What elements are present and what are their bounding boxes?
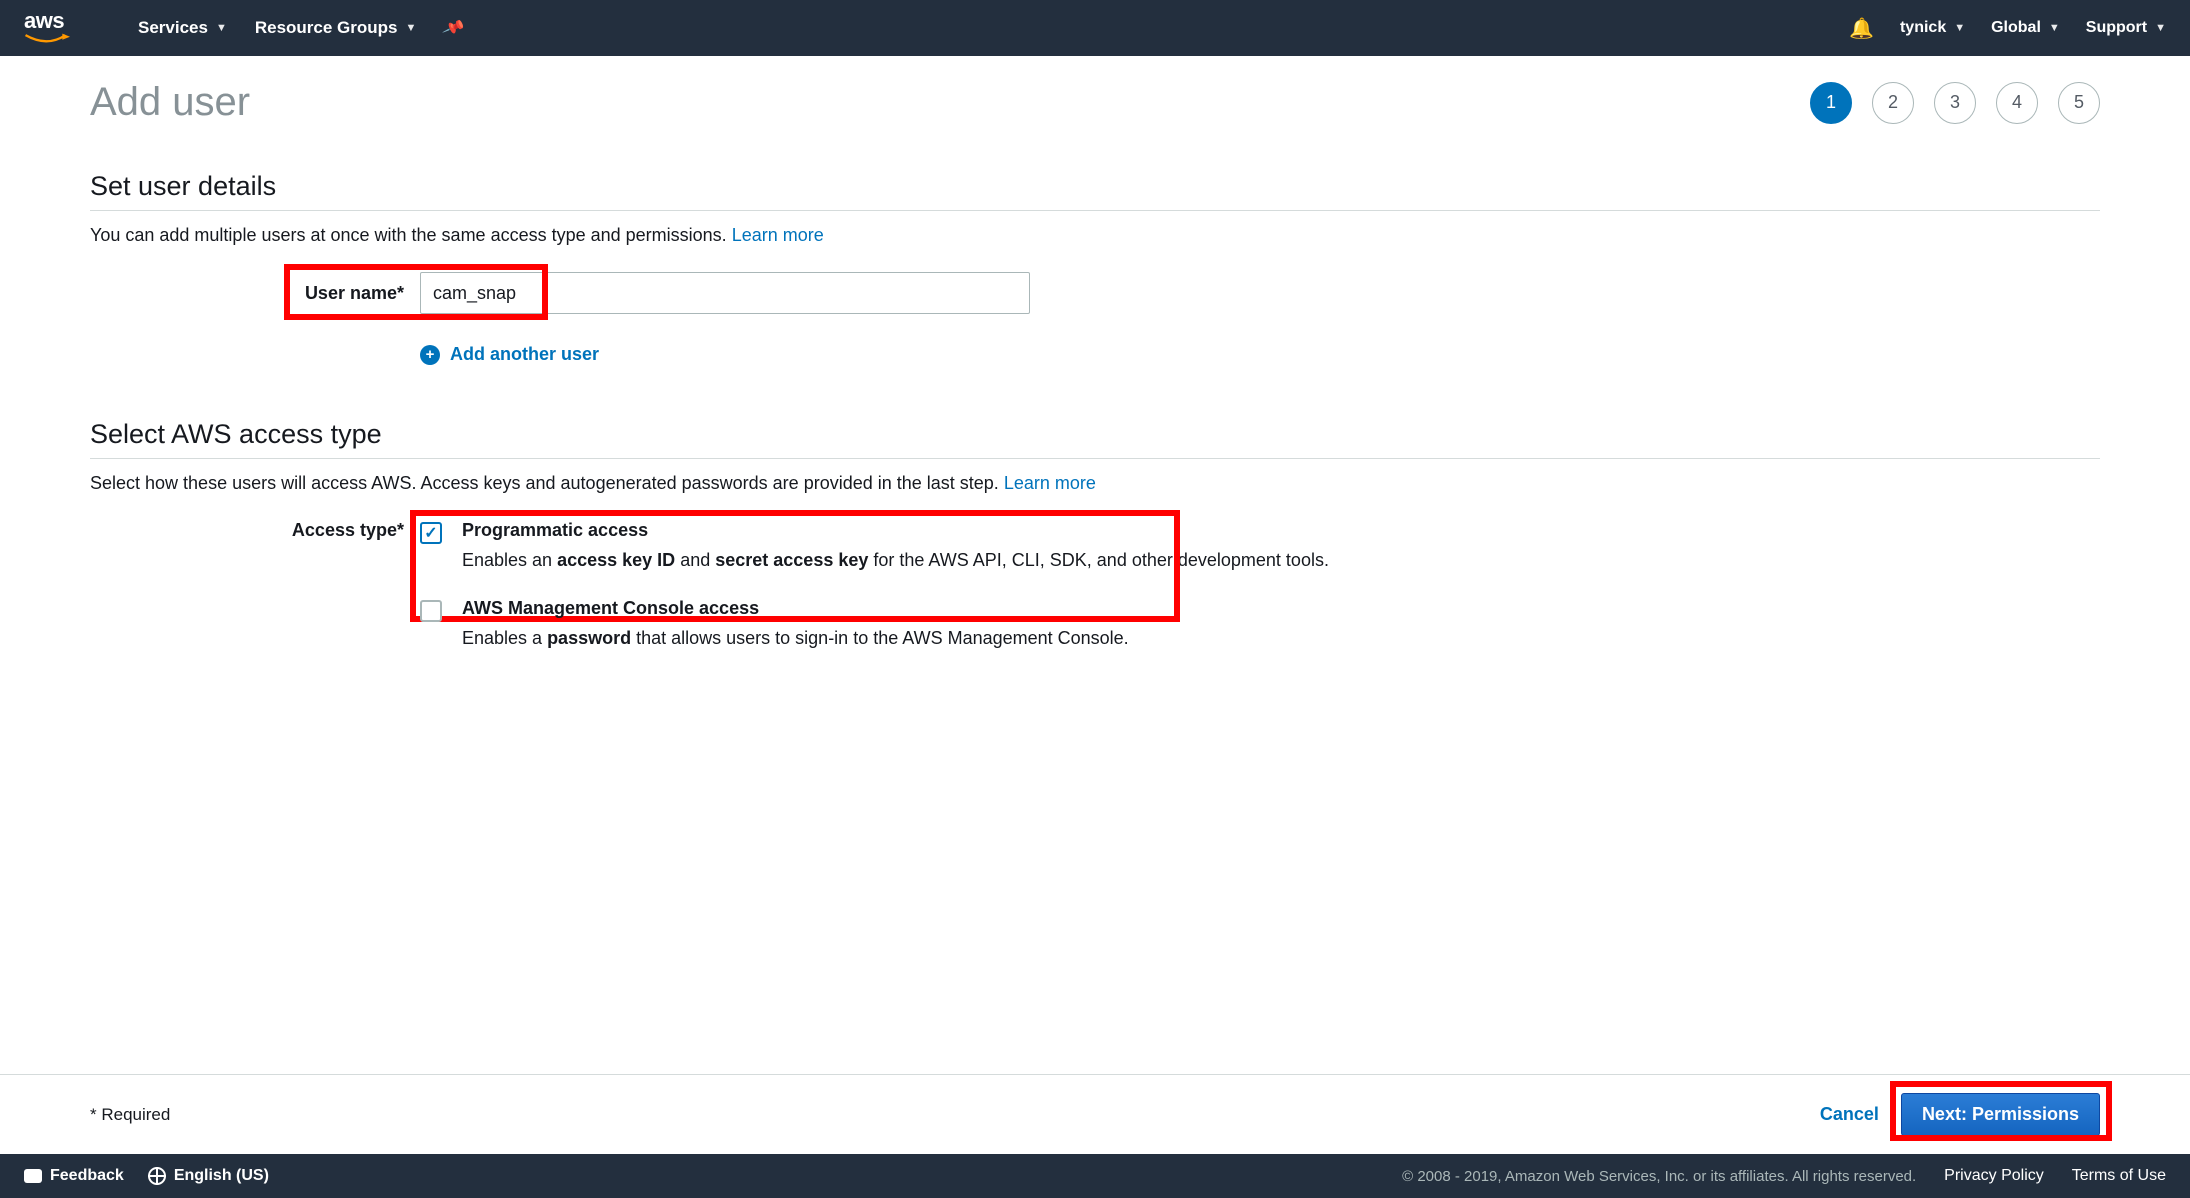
add-another-user-label: Add another user — [450, 344, 599, 365]
nav-pin[interactable]: 📌 — [444, 18, 464, 38]
pin-icon: 📌 — [442, 15, 468, 41]
nav-services[interactable]: Services ▼ — [138, 18, 227, 38]
feedback-label: Feedback — [50, 1167, 124, 1185]
section-user-details-desc-text: You can add multiple users at once with … — [90, 225, 732, 245]
nav-services-label: Services — [138, 18, 208, 38]
page-title: Add user — [90, 80, 250, 125]
main-content: Add user 1 2 3 4 5 Set user details You … — [0, 56, 2190, 1074]
add-another-user-button[interactable]: + Add another user — [420, 344, 599, 365]
username-label: User name* — [90, 283, 420, 304]
nav-resource-groups[interactable]: Resource Groups ▼ — [255, 18, 417, 38]
step-2[interactable]: 2 — [1872, 82, 1914, 124]
access-type-label: Access type* — [90, 520, 420, 541]
required-note: * Required — [90, 1105, 170, 1125]
aws-smile-icon — [24, 32, 70, 46]
chevron-down-icon: ▼ — [216, 22, 227, 34]
top-nav: aws Services ▼ Resource Groups ▼ 📌 🔔 tyn… — [0, 0, 2190, 56]
checkbox-programmatic-access[interactable] — [420, 522, 442, 544]
action-bar: * Required Cancel Next: Permissions — [0, 1074, 2190, 1154]
checkbox-console-access[interactable] — [420, 600, 442, 622]
nav-user-menu[interactable]: tynick ▼ — [1900, 19, 1965, 37]
nav-region-menu[interactable]: Global ▼ — [1991, 19, 2060, 37]
feedback-button[interactable]: Feedback — [24, 1167, 124, 1185]
option-console-access: AWS Management Console access Enables a … — [420, 598, 2100, 652]
option-programmatic-desc: Enables an access key ID and secret acce… — [462, 547, 1329, 574]
bell-icon[interactable]: 🔔 — [1849, 16, 1874, 41]
access-type-row: Access type* Programmatic access Enables… — [90, 520, 2100, 676]
learn-more-link[interactable]: Learn more — [732, 225, 824, 245]
wizard-steps: 1 2 3 4 5 — [1810, 82, 2100, 124]
section-access-type-desc-text: Select how these users will access AWS. … — [90, 473, 1004, 493]
step-5[interactable]: 5 — [2058, 82, 2100, 124]
cancel-button[interactable]: Cancel — [1820, 1104, 1879, 1125]
username-input[interactable] — [420, 272, 1030, 314]
language-selector[interactable]: English (US) — [148, 1167, 269, 1185]
globe-icon — [148, 1167, 166, 1185]
nav-support-label: Support — [2086, 19, 2147, 37]
plus-icon: + — [420, 345, 440, 365]
aws-logo-text: aws — [24, 10, 64, 32]
chevron-down-icon: ▼ — [2155, 22, 2166, 34]
section-access-type-title: Select AWS access type — [90, 419, 2100, 450]
chevron-down-icon: ▼ — [1954, 22, 1965, 34]
option-console-title: AWS Management Console access — [462, 598, 1129, 619]
nav-region-label: Global — [1991, 19, 2041, 37]
nav-right: 🔔 tynick ▼ Global ▼ Support ▼ — [1849, 16, 2166, 41]
username-row: User name* — [90, 272, 2100, 314]
footer: Feedback English (US) © 2008 - 2019, Ama… — [0, 1154, 2190, 1198]
section-user-details-title: Set user details — [90, 171, 2100, 202]
option-programmatic-access: Programmatic access Enables an access ke… — [420, 520, 2100, 574]
divider — [90, 458, 2100, 459]
divider — [90, 210, 2100, 211]
language-label: English (US) — [174, 1167, 269, 1185]
step-3[interactable]: 3 — [1934, 82, 1976, 124]
learn-more-link[interactable]: Learn more — [1004, 473, 1096, 493]
nav-user-label: tynick — [1900, 19, 1946, 37]
step-4[interactable]: 4 — [1996, 82, 2038, 124]
step-1[interactable]: 1 — [1810, 82, 1852, 124]
chevron-down-icon: ▼ — [406, 22, 417, 34]
privacy-policy-link[interactable]: Privacy Policy — [1944, 1167, 2044, 1185]
footer-copyright: © 2008 - 2019, Amazon Web Services, Inc.… — [1402, 1168, 1916, 1185]
nav-resource-groups-label: Resource Groups — [255, 18, 398, 38]
section-user-details-desc: You can add multiple users at once with … — [90, 225, 2100, 246]
next-permissions-button[interactable]: Next: Permissions — [1901, 1093, 2100, 1136]
section-access-type-desc: Select how these users will access AWS. … — [90, 473, 2100, 494]
chevron-down-icon: ▼ — [2049, 22, 2060, 34]
nav-support-menu[interactable]: Support ▼ — [2086, 19, 2166, 37]
terms-of-use-link[interactable]: Terms of Use — [2072, 1167, 2166, 1185]
speech-icon — [24, 1169, 42, 1183]
option-console-desc: Enables a password that allows users to … — [462, 625, 1129, 652]
aws-logo[interactable]: aws — [24, 10, 70, 46]
option-programmatic-title: Programmatic access — [462, 520, 1329, 541]
